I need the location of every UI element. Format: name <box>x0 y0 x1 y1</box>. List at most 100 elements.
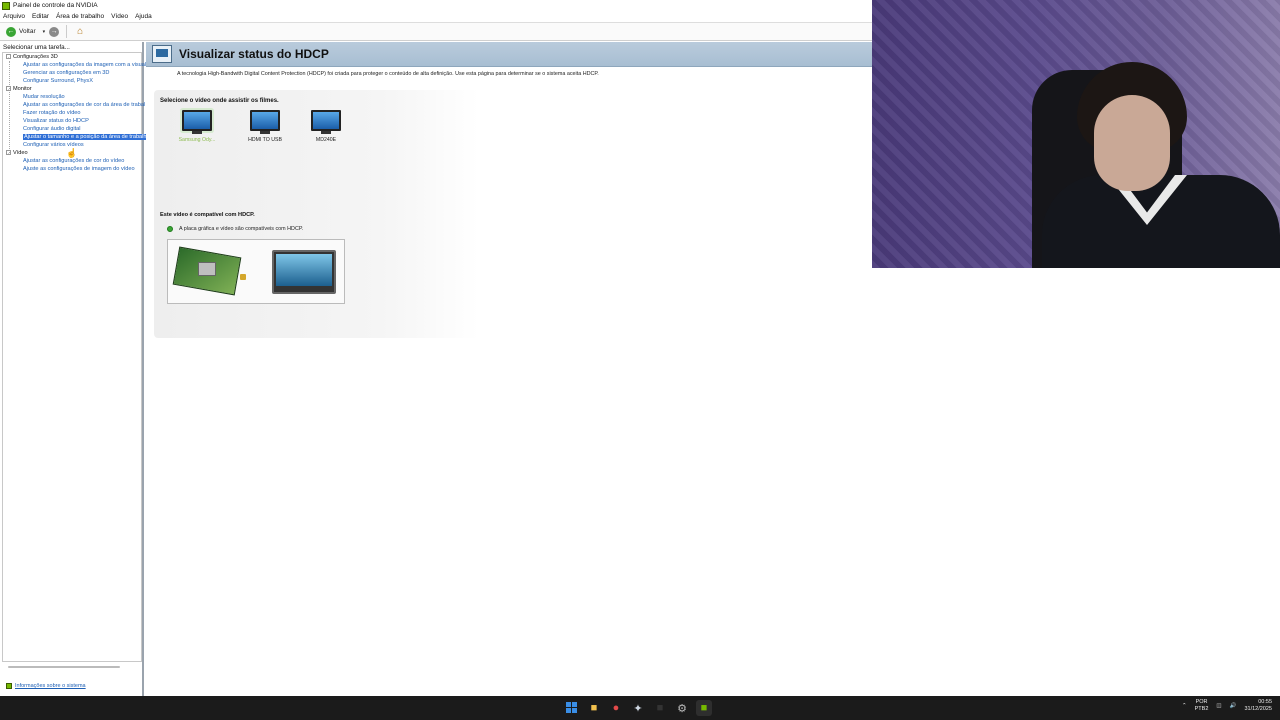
nvidia-icon: ■ <box>700 702 708 714</box>
gear-icon: ⚙ <box>677 702 687 715</box>
menu-help[interactable]: Ajuda <box>135 13 152 20</box>
back-label: Voltar <box>19 28 36 35</box>
tv-screen-image <box>276 254 332 286</box>
tree-item-video-color[interactable]: Ajustar as configurações de cor do vídeo <box>23 158 124 164</box>
language-indicator[interactable]: POR PTB2 <box>1195 699 1209 713</box>
display-label: HDMI TO USB <box>248 137 282 143</box>
tree-item-hdcp[interactable]: Visualizar status do HDCP <box>23 118 89 124</box>
tree-item-3d-manage[interactable]: Gerenciar as configurações em 3D <box>23 70 109 76</box>
keyboard-layout: PTB2 <box>1194 706 1209 712</box>
toolbar: ← Voltar ▾ → ⌂ <box>0 22 872 41</box>
task-sidebar: Selecionar uma tarefa... - Configurações … <box>0 42 148 696</box>
system-tray: ⌃ POR PTB2 ◫ 🔊 00:55 31/12/2025 <box>1182 699 1272 713</box>
home-button[interactable]: ⌂ <box>74 26 86 38</box>
start-button[interactable] <box>564 700 580 716</box>
system-info-label: Informações sobre o sistema <box>15 683 86 689</box>
monitor-icon <box>250 110 280 131</box>
lock-icon <box>240 274 246 280</box>
nvidia-logo-icon <box>2 1 10 10</box>
hdcp-panel: Selecione o vídeo onde assistir os filme… <box>154 90 479 338</box>
mouse-pointer-icon: ☝ <box>66 148 78 158</box>
tree-item-audio[interactable]: Configurar áudio digital <box>23 126 81 132</box>
display-hdmi-to-usb[interactable]: HDMI TO USB <box>240 110 290 143</box>
tree-category-video[interactable]: - Vídeo <box>6 150 28 156</box>
status-ok-icon <box>167 226 173 232</box>
page-title: Visualizar status do HDCP <box>179 47 329 61</box>
back-button[interactable]: ← Voltar ▾ <box>6 26 46 37</box>
back-arrow-icon: ← <box>6 26 16 37</box>
tree-item-resolution[interactable]: Mudar resolução <box>23 94 65 100</box>
menu-video[interactable]: Vídeo <box>111 13 128 20</box>
steam-button[interactable]: ✦ <box>630 700 646 716</box>
clock-date: 31/12/2025 <box>1244 706 1272 712</box>
category-label: Configurações 3D <box>13 54 58 60</box>
tree-item-rotation[interactable]: Fazer rotação do vídeo <box>23 110 81 116</box>
folder-icon: ■ <box>590 702 598 714</box>
page-description: A tecnologia High-Bandwith Digital Conte… <box>177 71 599 77</box>
tv-image <box>272 250 336 294</box>
webcam-body <box>1042 175 1280 268</box>
compatibility-status-text: A placa gráfica e vídeo são compatíveis … <box>179 226 304 232</box>
settings-button[interactable]: ⚙ <box>674 700 690 716</box>
windows-icon <box>566 702 578 714</box>
file-explorer-button[interactable]: ■ <box>586 700 602 716</box>
tree-item-3d-image[interactable]: Ajustar as configurações da imagem com a… <box>23 62 147 68</box>
task-tree: - Configurações 3D Ajustar as configuraçõ… <box>2 52 148 662</box>
browser-icon: ● <box>612 702 620 714</box>
webcam-face <box>1094 95 1170 191</box>
main-content: Visualizar status do HDCP A tecnologia H… <box>146 42 872 696</box>
back-dropdown-icon[interactable]: ▾ <box>43 29 46 35</box>
app-icon: ■ <box>656 702 664 714</box>
forward-button[interactable]: → <box>49 26 60 37</box>
display-md240e[interactable]: MD240E <box>301 110 351 143</box>
collapse-icon[interactable]: - <box>6 86 11 91</box>
menu-bar: Arquivo Editar Área de trabalho Vídeo Aj… <box>0 11 872 21</box>
tree-item-size-position[interactable]: Ajustar o tamanho e a posição da área de… <box>23 134 148 140</box>
tree-category-monitor[interactable]: - Monitor <box>6 86 32 92</box>
tree-item-color[interactable]: Ajustar as configurações de cor da área … <box>23 102 145 108</box>
monitor-stand <box>192 131 202 134</box>
taskbar-apps: ■ ● ✦ ■ ⚙ ■ <box>564 700 712 716</box>
select-display-label: Selecione o vídeo onde assistir os filme… <box>160 98 279 104</box>
system-info-link[interactable]: Informações sobre o sistema <box>6 683 86 689</box>
taskbar: ■ ● ✦ ■ ⚙ ■ ⌃ POR PTB2 ◫ 🔊 00:55 31/12/2… <box>0 696 1280 720</box>
tree-category-3d[interactable]: - Configurações 3D <box>6 54 58 60</box>
gpu-cooler-image <box>198 262 216 276</box>
monitor-icon <box>311 110 341 131</box>
hdcp-page-icon <box>152 45 172 63</box>
category-label: Vídeo <box>13 150 28 156</box>
collapse-icon[interactable]: - <box>6 150 11 155</box>
tree-item-surround[interactable]: Configurar Surround, PhysX <box>23 78 93 84</box>
monitor-stand <box>260 131 270 134</box>
hdcp-illustration <box>167 239 345 304</box>
clock-time: 00:55 <box>1258 699 1272 705</box>
steam-icon: ✦ <box>633 702 643 715</box>
display-samsung[interactable]: Samsung Ody... <box>172 110 222 143</box>
webcam-overlay <box>872 0 1280 268</box>
menu-edit[interactable]: Editar <box>32 13 49 20</box>
monitor-icon <box>182 110 212 131</box>
app-button[interactable]: ■ <box>652 700 668 716</box>
toolbar-divider <box>66 25 68 38</box>
nvidia-taskbar-button[interactable]: ■ <box>696 700 712 716</box>
page-banner: Visualizar status do HDCP <box>146 42 872 67</box>
menu-desktop[interactable]: Área de trabalho <box>56 13 104 20</box>
compatibility-status: A placa gráfica e vídeo são compatíveis … <box>167 226 303 232</box>
monitor-stand <box>321 131 331 134</box>
compatibility-heading: Este vídeo é compatível com HDCP. <box>160 212 255 218</box>
language-code: POR <box>1195 699 1208 705</box>
network-icon[interactable]: ◫ <box>1216 703 1221 709</box>
browser-button[interactable]: ● <box>608 700 624 716</box>
display-label: MD240E <box>315 137 337 143</box>
display-label: Samsung Ody... <box>178 137 216 143</box>
collapse-icon[interactable]: - <box>6 54 11 59</box>
window-title: Painel de controle da NVIDIA <box>13 2 98 9</box>
tree-item-video-image[interactable]: Ajuste as configurações de imagem do víd… <box>23 166 135 172</box>
tree-line <box>9 61 10 153</box>
chevron-up-icon[interactable]: ⌃ <box>1182 703 1187 709</box>
system-info-icon <box>6 683 12 689</box>
horizontal-scrollbar[interactable] <box>8 666 120 668</box>
volume-icon[interactable]: 🔊 <box>1230 703 1237 709</box>
clock[interactable]: 00:55 31/12/2025 <box>1244 699 1272 713</box>
menu-file[interactable]: Arquivo <box>3 13 25 20</box>
